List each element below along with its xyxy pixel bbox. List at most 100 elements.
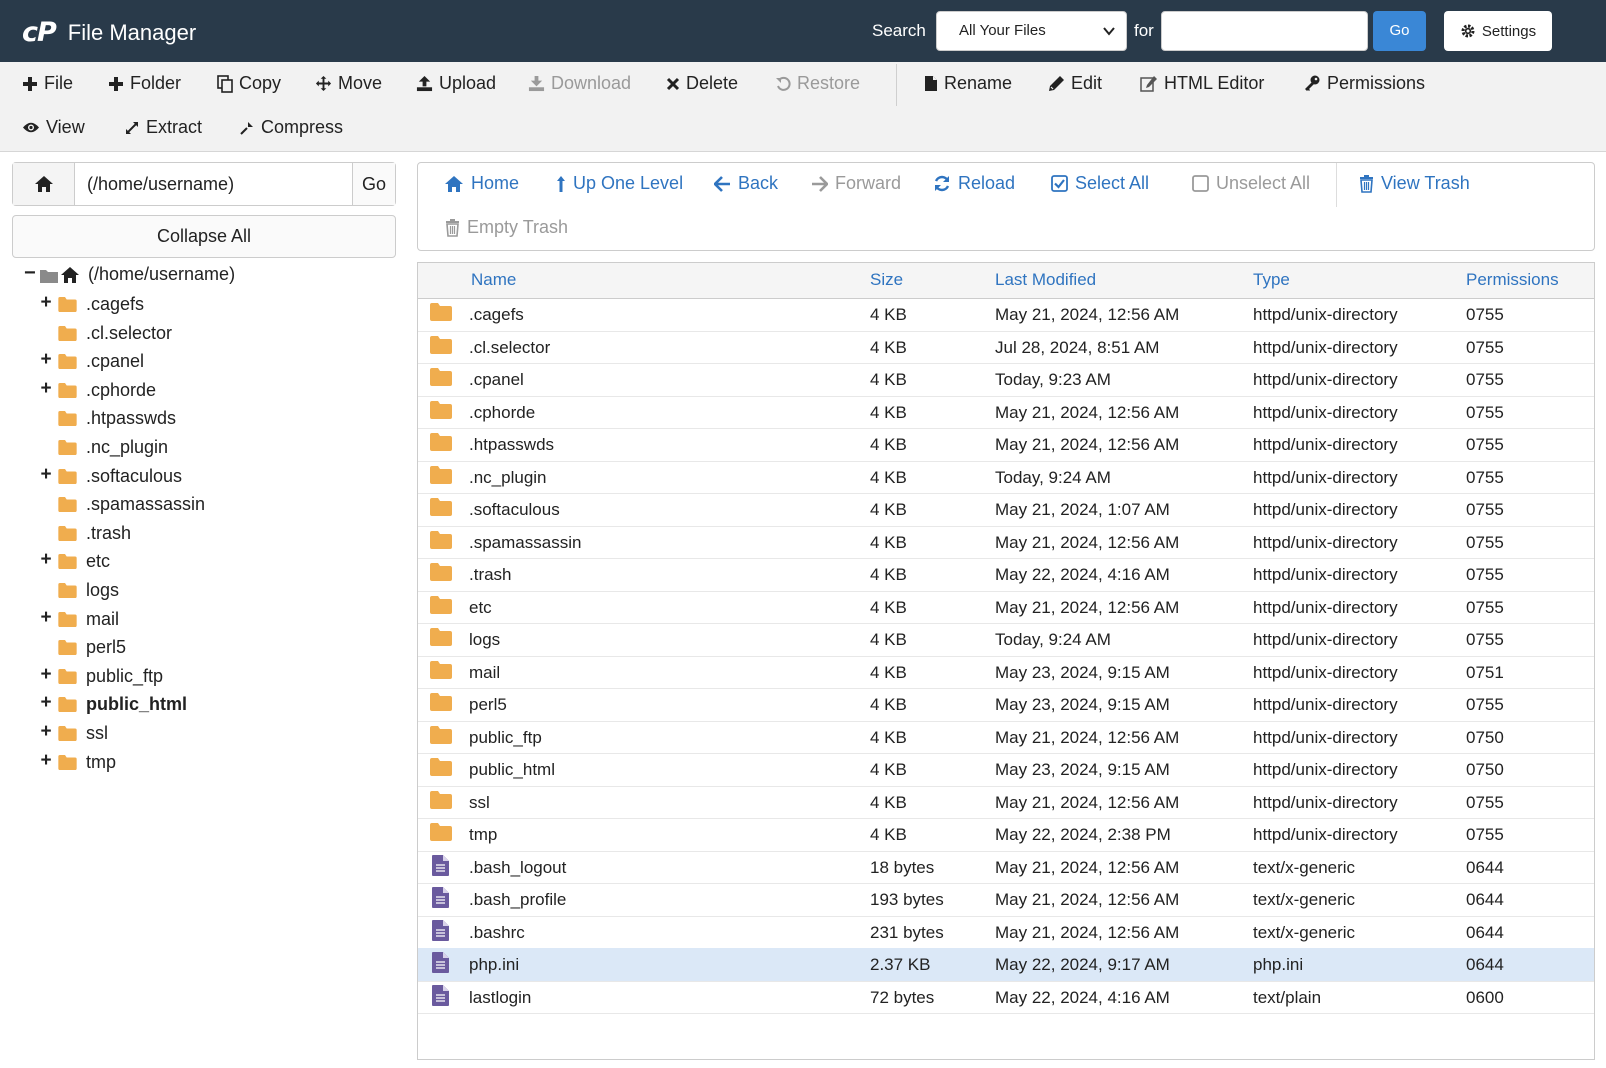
folder-icon [430,530,452,554]
expand-icon[interactable]: + [38,378,54,400]
tree-item-label: .cl.selector [86,322,173,343]
table-row[interactable]: .bashrc 231 bytes May 21, 2024, 12:56 AM te… [418,916,1594,949]
column-header-modified[interactable]: Last Modified [995,270,1096,290]
table-row[interactable]: public_html 4 KB May 23, 2024, 9:15 AM http… [418,753,1594,787]
search-label: Search [872,21,926,40]
table-row[interactable]: .spamassassin 4 KB May 21, 2024, 12:56 AM h… [418,526,1594,559]
collapse-all-button[interactable]: Collapse All [12,215,396,258]
search-input[interactable] [1161,11,1368,51]
table-row[interactable]: tmp 4 KB May 22, 2024, 2:38 PM httpd/unix-d… [418,818,1594,852]
table-row[interactable]: .trash 4 KB May 22, 2024, 4:16 AM httpd/uni… [418,558,1594,592]
file-name: lastlogin [469,987,532,1007]
folder-icon [58,553,77,574]
table-row[interactable]: perl5 4 KB May 23, 2024, 9:15 AM httpd/unix… [418,688,1594,722]
forward-button[interactable]: Forward [811,173,901,194]
view-button[interactable]: View [22,117,85,138]
edit-button[interactable]: Edit [1048,73,1102,94]
reload-button[interactable]: Reload [933,173,1015,194]
permissions-button[interactable]: Permissions [1303,73,1425,94]
column-header-name[interactable]: Name [471,270,516,290]
search-scope-select[interactable]: All Your Files [936,11,1127,51]
upload-button[interactable]: Upload [416,73,496,94]
folder-icon [58,754,77,775]
download-label: Download [551,73,632,93]
up-one-level-button[interactable]: Up One Level [556,173,683,194]
table-row[interactable]: php.ini 2.37 KB May 22, 2024, 9:17 AM php.i… [418,948,1594,982]
tree-item-label: perl5 [86,637,127,658]
search-go-button[interactable]: Go [1373,11,1426,51]
nav-home-button[interactable]: Home [444,173,519,194]
expand-icon[interactable]: + [38,664,54,686]
path-home-button[interactable] [13,163,75,205]
new-file-button[interactable]: File [22,73,73,94]
table-row[interactable]: .cpanel 4 KB Today, 9:23 AM httpd/unix-dire… [418,363,1594,397]
folder-icon [58,696,77,717]
select-all-label: Select All [1075,173,1150,193]
table-row[interactable]: .bash_logout 18 bytes May 21, 2024, 12:56 … [418,851,1594,884]
reload-label: Reload [958,173,1016,193]
download-button[interactable]: Download [528,73,631,94]
expand-icon[interactable]: + [38,464,54,486]
table-row[interactable]: .softaculous 4 KB May 21, 2024, 1:07 AM htt… [418,493,1594,527]
file-icon [432,952,449,978]
expand-icon[interactable]: + [38,750,54,772]
table-row[interactable]: ssl 4 KB May 21, 2024, 12:56 AM httpd/unix-… [418,786,1594,819]
table-row[interactable]: mail 4 KB May 23, 2024, 9:15 AM httpd/unix-… [418,656,1594,689]
table-row[interactable]: .bash_profile 193 bytes May 21, 2024, 12:5… [418,883,1594,917]
column-header-permissions[interactable]: Permissions [1466,270,1559,290]
rename-button[interactable]: Rename [924,73,1012,94]
select-all-button[interactable]: Select All [1051,173,1149,194]
folder-icon [430,693,452,716]
file-modified: May 23, 2024, 9:15 AM [995,760,1170,779]
settings-button[interactable]: Settings [1444,11,1552,51]
path-go-button[interactable]: Go [353,163,395,205]
tree-item-label: .cagefs [86,294,145,314]
file-type: httpd/unix-directory [1253,727,1398,747]
file-type: httpd/unix-directory [1253,467,1398,487]
expand-icon[interactable]: + [38,549,54,571]
table-row[interactable]: .htpasswds 4 KB May 21, 2024, 12:56 AM http… [418,428,1594,462]
new-folder-button[interactable]: Folder [108,73,181,94]
table-row[interactable]: public_ftp 4 KB May 21, 2024, 12:56 AM http… [418,721,1594,754]
compress-button[interactable]: Compress [239,117,343,138]
html-editor-button[interactable]: HTML Editor [1140,73,1264,94]
folder-icon [58,668,77,689]
file-modified: May 22, 2024, 4:16 AM [995,987,1170,1007]
file-modified: May 22, 2024, 4:16 AM [995,565,1170,584]
expand-icon[interactable]: + [38,292,54,314]
empty-trash-button[interactable]: Empty Trash [445,217,568,238]
table-row[interactable]: .cl.selector 4 KB Jul 28, 2024, 8:51 AM htt… [418,331,1594,364]
extract-button[interactable]: Extract [124,117,202,138]
table-row[interactable]: .nc_plugin 4 KB Today, 9:24 AM httpd/unix-d… [418,461,1594,494]
table-row[interactable]: .cphorde 4 KB May 21, 2024, 12:56 AM httpd/… [418,396,1594,429]
file-permissions: 0755 [1466,792,1504,812]
expand-icon[interactable]: + [38,349,54,371]
expand-icon[interactable]: + [38,607,54,629]
unselect-all-button[interactable]: Unselect All [1192,173,1310,194]
column-header-size[interactable]: Size [870,270,903,290]
folder-icon [430,660,452,684]
logo[interactable]: cP File Manager [22,17,196,48]
edit-document-icon [1140,76,1157,92]
restore-button[interactable]: Restore [775,73,860,94]
file-name: .bash_profile [469,890,567,909]
file-permissions: 0755 [1466,630,1504,649]
delete-button[interactable]: Delete [666,73,738,94]
folder-icon [58,468,77,489]
expand-icon[interactable]: + [38,692,54,714]
move-button[interactable]: Move [315,73,382,94]
table-row[interactable]: .cagefs 4 KB May 21, 2024, 12:56 AM httpd/u… [418,298,1594,332]
file-icon [432,887,449,913]
table-row[interactable]: logs 4 KB Today, 9:24 AM httpd/unix-directo… [418,623,1594,657]
file-modified: May 21, 2024, 12:56 AM [995,402,1180,422]
path-input[interactable]: (/home/username) [75,163,353,205]
table-row[interactable]: lastlogin 72 bytes May 22, 2024, 4:16 AM te… [418,981,1594,1014]
expand-icon[interactable]: + [38,721,54,743]
table-row[interactable]: etc 4 KB May 21, 2024, 12:56 AM httpd/unix-… [418,591,1594,624]
file-size: 193 bytes [870,890,944,909]
copy-button[interactable]: Copy [217,73,281,94]
view-trash-button[interactable]: View Trash [1359,173,1470,194]
undo-icon [776,76,791,91]
column-header-type[interactable]: Type [1253,270,1290,290]
back-button[interactable]: Back [714,173,778,194]
